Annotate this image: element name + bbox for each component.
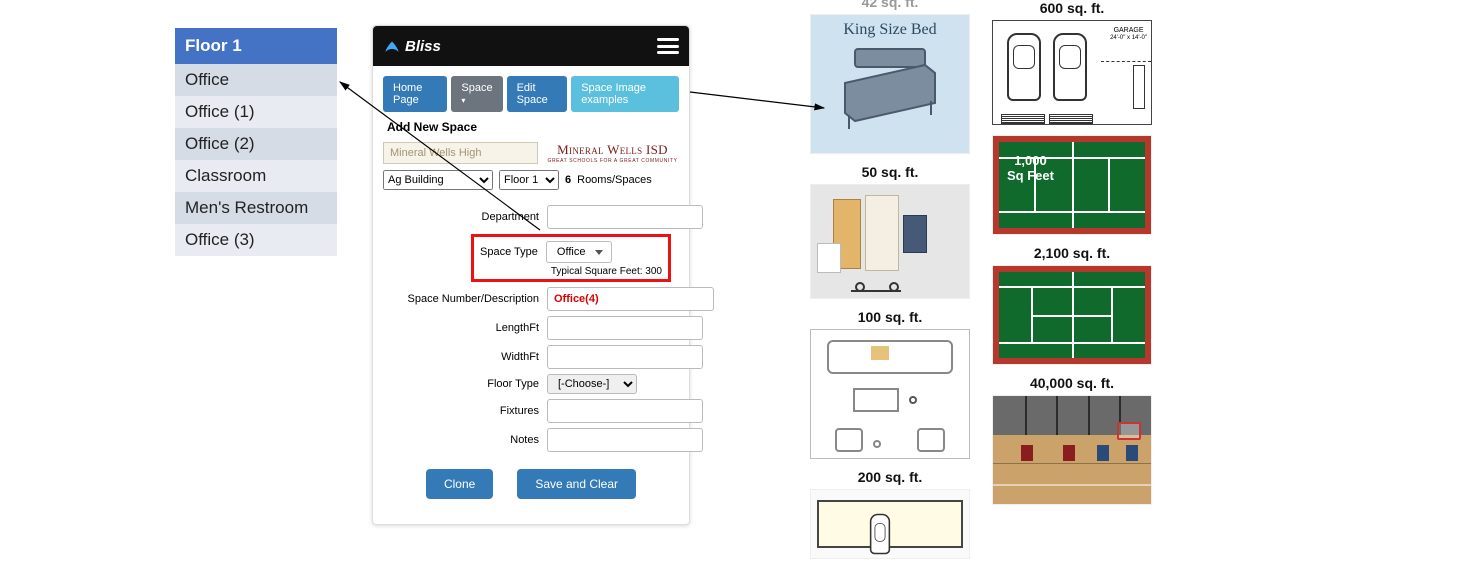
width-label: WidthFt <box>391 351 541 363</box>
district-tagline: GREAT SCHOOLS FOR A GREAT COMMUNITY <box>546 158 679 164</box>
district-name: Mineral Wells ISD <box>546 142 679 158</box>
list-item[interactable]: Men's Restroom <box>175 192 337 224</box>
typical-sqft: Typical Square Feet: 300 <box>480 266 662 277</box>
living-illustration <box>810 329 970 459</box>
floor-list: Floor 1 Office Office (1) Office (2) Cla… <box>175 28 337 256</box>
storage-illustration <box>810 184 970 299</box>
district-input[interactable] <box>383 142 538 164</box>
department-input[interactable] <box>547 205 703 229</box>
notes-label: Notes <box>391 434 541 446</box>
home-button[interactable]: Home Page <box>383 76 447 112</box>
floor-type-select[interactable]: [-Choose-] <box>547 374 637 394</box>
width-input[interactable] <box>547 345 703 369</box>
department-label: Department <box>391 211 541 223</box>
app-panel: Bliss Home Page Space ▾ Edit Space Space… <box>372 25 690 525</box>
house-plan-illustration: GARAGE 24'-0" x 14'-0" <box>992 20 1152 125</box>
fixtures-input[interactable] <box>547 399 703 423</box>
examples-button[interactable]: Space Image examples <box>571 76 679 112</box>
examples-column-2: 600 sq. ft. GARAGE 24'-0" x 14'-0" <box>992 0 1152 515</box>
edit-space-button[interactable]: Edit Space <box>507 76 568 112</box>
space-type-select[interactable]: Office <box>546 241 613 263</box>
examples-column-1: 42 sq. ft. King Size Bed 50 sq. ft. <box>810 0 970 569</box>
bed-title: King Size Bed <box>843 21 936 39</box>
space-type-value: Office <box>557 246 586 258</box>
save-clear-button[interactable]: Save and Clear <box>517 469 636 499</box>
space-type-highlight: Space Type Office Typical Square Feet: 3… <box>471 234 671 282</box>
floor-header: Floor 1 <box>175 28 337 64</box>
building-select[interactable]: Ag Building <box>383 170 493 190</box>
list-item[interactable]: Office (2) <box>175 128 337 160</box>
room-count-label: Rooms/Spaces <box>577 174 652 186</box>
floor-select[interactable]: Floor 1 <box>499 170 559 190</box>
garage-label: GARAGE 24'-0" x 14'-0" <box>1110 27 1147 41</box>
list-item[interactable]: Office <box>175 64 337 96</box>
example-caption: 600 sq. ft. <box>992 0 1152 16</box>
menu-icon[interactable] <box>657 38 679 54</box>
length-input[interactable] <box>547 316 703 340</box>
nav-row: Home Page Space ▾ Edit Space Space Image… <box>373 66 689 116</box>
desc-label: Space Number/Description <box>391 293 541 305</box>
court-illustration <box>992 265 1152 365</box>
room-count: 6 <box>565 174 571 186</box>
space-dropdown[interactable]: Space ▾ <box>451 76 502 112</box>
brand-text: Bliss <box>405 38 441 55</box>
garage-room-illustration <box>810 489 970 559</box>
example-caption: 42 sq. ft. <box>810 0 970 10</box>
list-item[interactable]: Office (3) <box>175 224 337 256</box>
clone-button[interactable]: Clone <box>426 469 493 499</box>
example-caption: 200 sq. ft. <box>810 469 970 485</box>
length-label: LengthFt <box>391 322 541 334</box>
list-item[interactable]: Office (1) <box>175 96 337 128</box>
space-type-label: Space Type <box>480 246 538 258</box>
list-item[interactable]: Classroom <box>175 160 337 192</box>
court-label: 1,000 Sq Feet <box>1007 154 1054 184</box>
example-caption: 100 sq. ft. <box>810 309 970 325</box>
example-caption: 2,100 sq. ft. <box>992 245 1152 261</box>
example-caption: 50 sq. ft. <box>810 164 970 180</box>
brand-icon <box>383 37 401 55</box>
chevron-down-icon <box>595 250 603 255</box>
bed-illustration: King Size Bed <box>810 14 970 154</box>
desc-input[interactable] <box>547 287 714 311</box>
district-logo: Mineral Wells ISD GREAT SCHOOLS FOR A GR… <box>546 142 679 164</box>
brand: Bliss <box>383 37 441 55</box>
bed-icon <box>835 43 945 133</box>
notes-input[interactable] <box>547 428 703 452</box>
space-form: Department Space Type Office Typical Squ… <box>373 196 689 521</box>
fixtures-label: Fixtures <box>391 405 541 417</box>
gym-illustration <box>992 395 1152 505</box>
court-illustration: 1,000 Sq Feet <box>992 135 1152 235</box>
section-title: Add New Space <box>373 116 689 138</box>
app-topbar: Bliss <box>373 26 689 66</box>
floor-type-label: Floor Type <box>391 378 541 390</box>
example-caption: 40,000 sq. ft. <box>992 375 1152 391</box>
